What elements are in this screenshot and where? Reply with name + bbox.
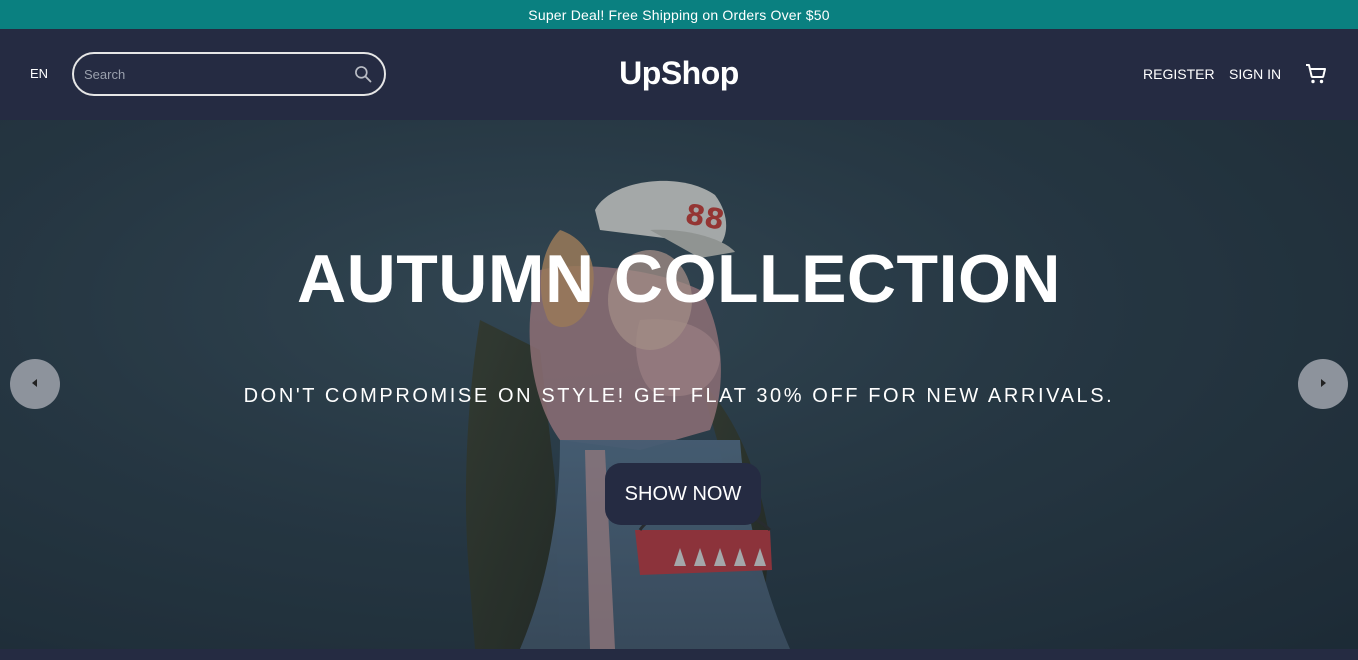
hero-banner: 88 AUTUMN COLLECTION DON'T COMPROMISE ON… xyxy=(0,120,1358,649)
chevron-right-icon xyxy=(1317,377,1329,392)
search-bar[interactable] xyxy=(72,52,386,96)
show-now-button[interactable]: SHOW NOW xyxy=(605,463,761,525)
search-input[interactable] xyxy=(82,65,352,83)
hero-subtitle: DON'T COMPROMISE ON STYLE! GET FLAT 30% … xyxy=(243,385,1115,407)
search-icon[interactable] xyxy=(352,63,374,85)
sign-in-link[interactable]: SIGN IN xyxy=(1229,66,1281,82)
register-link[interactable]: REGISTER xyxy=(1143,66,1215,82)
carousel-next-button[interactable] xyxy=(1298,359,1348,409)
site-logo[interactable]: UpShop xyxy=(619,55,739,91)
page-bottom-strip xyxy=(0,649,1358,660)
carousel-prev-button[interactable] xyxy=(10,359,60,409)
announcement-text: Super Deal! Free Shipping on Orders Over… xyxy=(528,6,830,23)
announcement-bar: Super Deal! Free Shipping on Orders Over… xyxy=(0,0,1358,29)
cart-icon[interactable] xyxy=(1304,62,1328,86)
language-selector[interactable]: EN xyxy=(30,66,48,81)
site-header: EN UpShop REGISTER SIGN IN xyxy=(0,29,1358,120)
hero-title: AUTUMN COLLECTION xyxy=(297,241,1061,317)
chevron-left-icon xyxy=(29,377,41,392)
